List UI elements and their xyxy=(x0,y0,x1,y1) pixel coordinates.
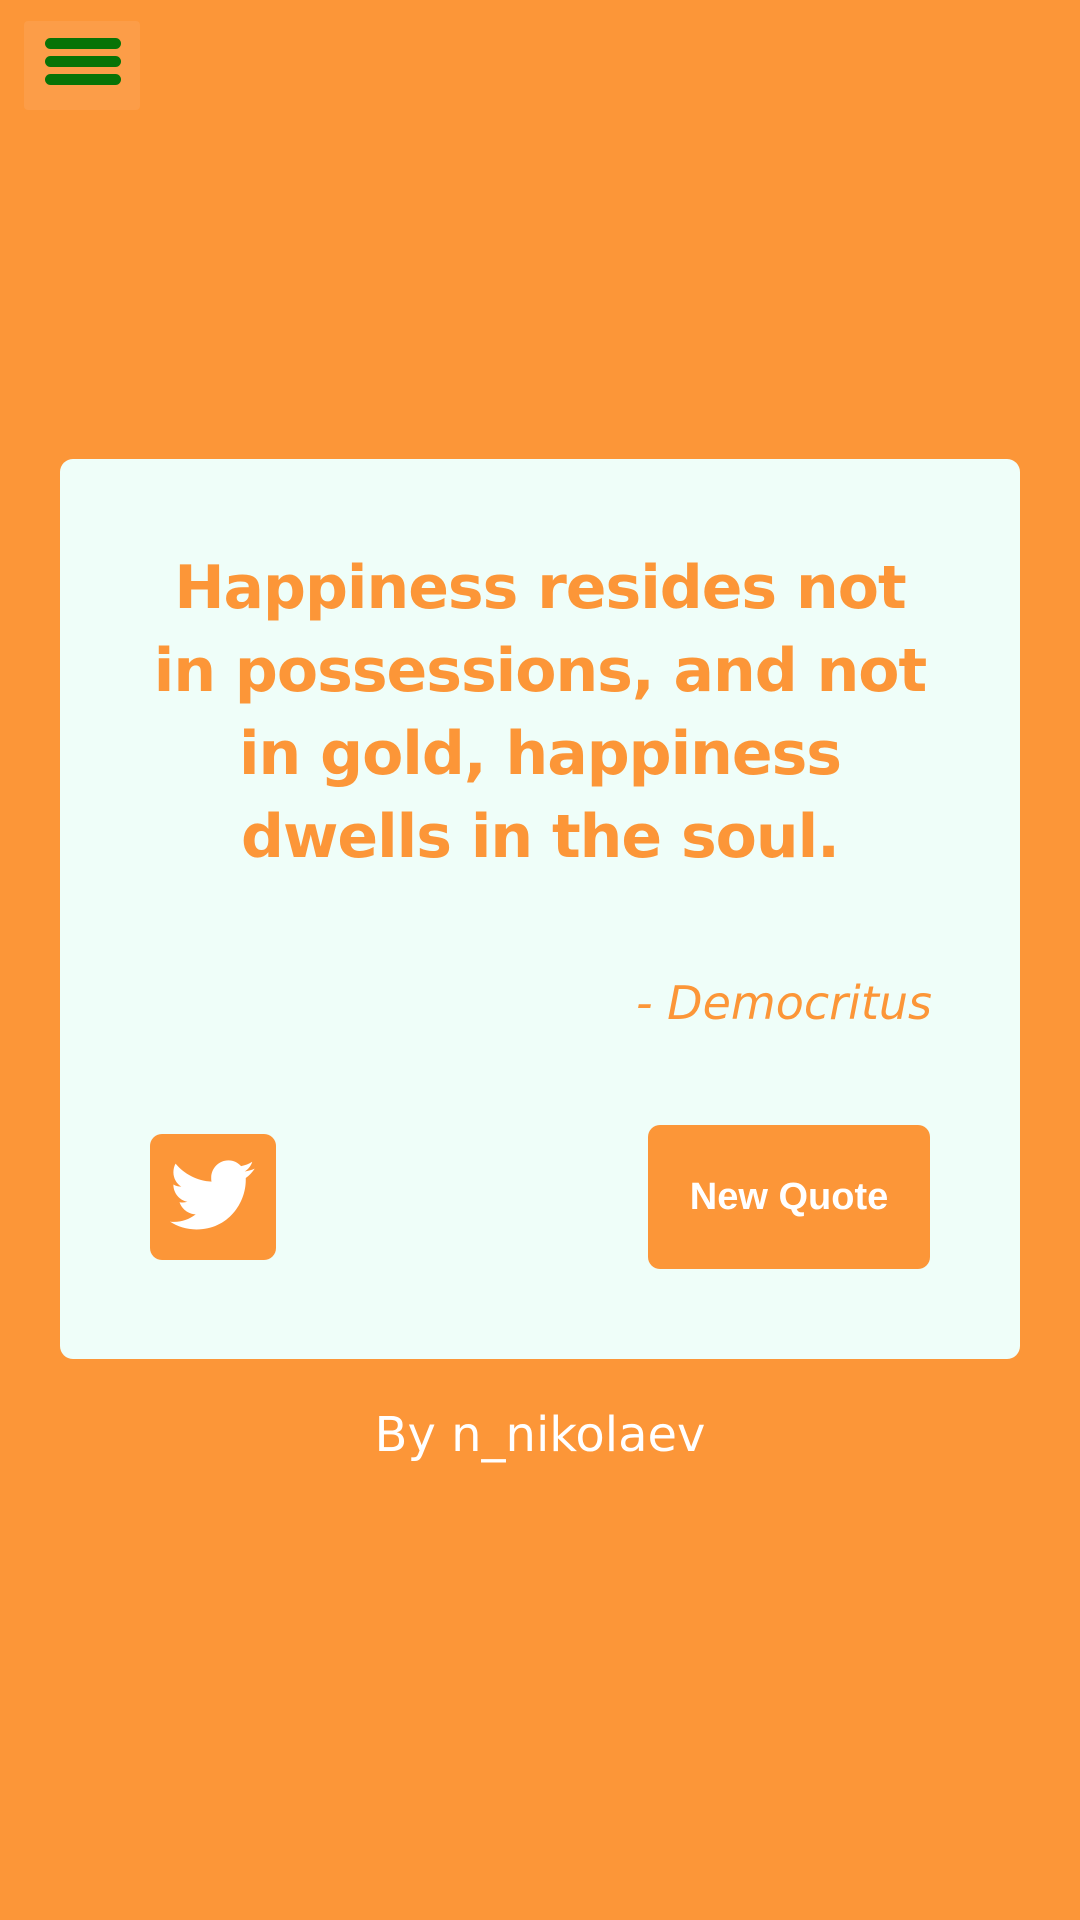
quote-machine-page: Happiness resides not in possessions, an… xyxy=(0,0,1080,1920)
new-quote-button[interactable]: New Quote xyxy=(648,1125,930,1269)
menu-bar-bottom xyxy=(45,74,121,85)
quote-text: Happiness resides not in possessions, an… xyxy=(153,553,927,872)
quote-card: Happiness resides not in possessions, an… xyxy=(60,459,1020,1359)
menu-bar-top xyxy=(45,38,121,49)
hamburger-menu-button[interactable] xyxy=(24,21,140,110)
tweet-quote-button[interactable] xyxy=(150,1134,276,1260)
twitter-bird-icon xyxy=(169,1160,255,1230)
quote-author: - Democritus xyxy=(635,976,932,1030)
author-credit: By n_nikolaev xyxy=(374,1407,706,1463)
menu-bar-middle xyxy=(45,56,121,67)
